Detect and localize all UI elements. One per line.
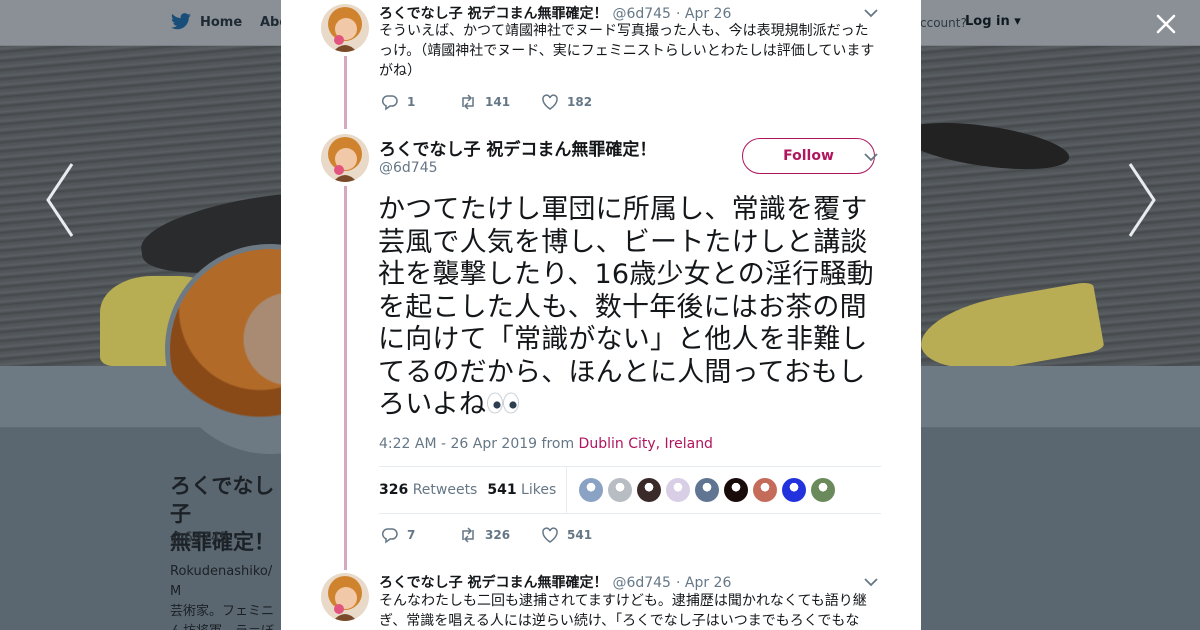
tweet-actions: 1 141 182 bbox=[381, 92, 592, 112]
heart-icon bbox=[542, 527, 558, 543]
tweet-text: そんなわたしも二回も逮捕されてますけども。逮捕歴は聞かれなくても語り継ぎ、常識を… bbox=[379, 593, 867, 629]
profile-bio: Rokudenashiko/ M 芸術家。フェミニ ん坊将軍。ラ＝ぼ bbox=[170, 564, 275, 630]
tweet-actions: 7 326 541 bbox=[381, 525, 592, 545]
tweet-text: かつてたけし軍団に所属し、常識を覆す芸風で人気を博し、ビートたけしと講談社を襲撃… bbox=[378, 194, 884, 422]
retweets-stat[interactable]: 326 Retweets bbox=[379, 482, 477, 498]
liker-avatar[interactable] bbox=[608, 478, 633, 502]
chevron-down-icon[interactable] bbox=[864, 8, 878, 18]
tweet-header: ろくでなし子 祝デコまん無罪確定！ @6d745 · Apr 26 bbox=[379, 572, 731, 592]
liker-avatar[interactable] bbox=[579, 478, 604, 502]
liker-avatar[interactable] bbox=[724, 478, 749, 502]
liker-avatar[interactable] bbox=[782, 478, 807, 502]
heart-icon bbox=[542, 94, 558, 110]
tweet-text: そういえば、かつて靖國神社でヌード写真撮った人も、今は表現規制派だったっけ。（靖… bbox=[379, 23, 875, 79]
reply-count: 1 bbox=[407, 95, 416, 109]
thread-connector bbox=[344, 56, 347, 129]
previous-arrow-icon[interactable] bbox=[40, 160, 80, 240]
tweet-timestamp: 4:22 AM - 26 Apr 2019 from Dublin City, … bbox=[379, 436, 713, 452]
like-button[interactable]: 182 bbox=[541, 93, 592, 111]
retweets-stat-count: 326 bbox=[379, 482, 409, 498]
home-label: Home bbox=[200, 14, 243, 30]
retweet-button[interactable]: 326 bbox=[459, 526, 541, 544]
retweets-stat-label: Retweets bbox=[412, 482, 478, 498]
liker-avatar[interactable] bbox=[637, 478, 662, 502]
tweet-location-link[interactable]: Dublin City, Ireland bbox=[579, 436, 713, 452]
tweet-modal: ろくでなし子 祝デコまん無罪確定！ @6d745 · Apr 26 そういえば、… bbox=[281, 0, 921, 630]
liker-avatar[interactable] bbox=[811, 478, 836, 502]
reply-icon bbox=[381, 528, 398, 544]
twitter-bird-icon bbox=[171, 13, 191, 30]
liker-avatar[interactable] bbox=[695, 478, 720, 502]
tweet-header: ろくでなし子 祝デコまん無罪確定！ @6d745 · Apr 26 bbox=[379, 3, 731, 23]
divider bbox=[566, 467, 568, 513]
avatar[interactable] bbox=[321, 573, 369, 621]
thread-connector bbox=[344, 186, 347, 570]
tweet-date[interactable]: · Apr 26 bbox=[676, 575, 731, 591]
tweet-date[interactable]: · Apr 26 bbox=[676, 6, 731, 22]
avatar[interactable] bbox=[321, 134, 369, 182]
reply-button[interactable]: 1 bbox=[381, 93, 459, 111]
tweet-text-body: かつてたけし軍団に所属し、常識を覆す芸風で人気を博し、ビートたけしと講談社を襲撃… bbox=[378, 194, 874, 420]
chevron-down-icon[interactable] bbox=[864, 577, 878, 587]
home-link[interactable]: Home bbox=[170, 13, 242, 31]
author-handle[interactable]: @6d745 bbox=[379, 160, 438, 176]
author-name[interactable]: ろくでなし子 祝デコまん無罪確定！ bbox=[379, 572, 607, 592]
chevron-down-icon[interactable] bbox=[864, 152, 878, 162]
author-handle[interactable]: @6d745 bbox=[612, 6, 671, 22]
like-count: 541 bbox=[567, 528, 593, 542]
liker-avatar[interactable] bbox=[753, 478, 778, 502]
author-handle[interactable]: @6d745 bbox=[612, 575, 671, 591]
login-link[interactable]: Log in ▾ bbox=[965, 14, 1021, 29]
like-button[interactable]: 541 bbox=[541, 526, 592, 544]
close-icon[interactable] bbox=[1152, 10, 1180, 38]
likes-stat[interactable]: 541 Likes bbox=[487, 482, 556, 498]
profile-handle: @6d745 bbox=[170, 530, 229, 546]
retweet-count: 326 bbox=[485, 528, 511, 542]
liker-avatars bbox=[579, 478, 836, 502]
reply-button[interactable]: 7 bbox=[381, 526, 459, 544]
likes-stat-label: Likes bbox=[521, 482, 557, 498]
follow-button[interactable]: Follow bbox=[742, 138, 875, 174]
retweet-count: 141 bbox=[485, 95, 511, 109]
author-name[interactable]: ろくでなし子 祝デコまん無罪確定！ bbox=[379, 3, 607, 23]
liker-avatar[interactable] bbox=[666, 478, 691, 502]
next-arrow-icon[interactable] bbox=[1122, 160, 1162, 240]
tweet-time: 4:22 AM - 26 Apr 2019 from bbox=[379, 436, 575, 452]
retweet-icon bbox=[462, 94, 474, 110]
reply-count: 7 bbox=[407, 528, 416, 542]
retweet-button[interactable]: 141 bbox=[459, 93, 541, 111]
account-prompt: ccount? bbox=[920, 16, 967, 30]
tweet-stats: 326 Retweets 541 Likes bbox=[379, 467, 881, 513]
author-name[interactable]: ろくでなし子 祝デコまん無罪確定！ bbox=[379, 135, 656, 160]
avatar[interactable] bbox=[321, 4, 369, 52]
divider bbox=[379, 513, 881, 514]
eyes-emoji-icon bbox=[487, 392, 520, 414]
likes-stat-count: 541 bbox=[487, 482, 517, 498]
retweet-icon bbox=[462, 527, 474, 543]
reply-icon bbox=[381, 95, 398, 111]
like-count: 182 bbox=[567, 95, 593, 109]
login-label: Log in bbox=[965, 14, 1010, 29]
